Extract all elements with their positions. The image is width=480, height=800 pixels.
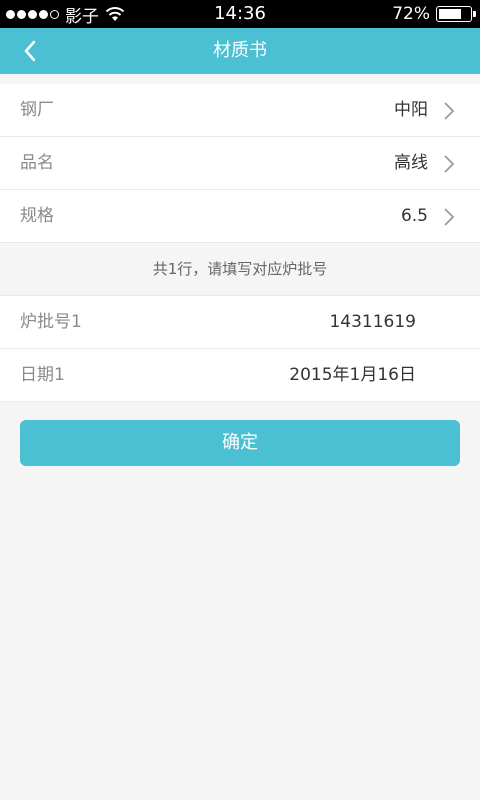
field-date[interactable]: 日期1 2015年1月16日 xyxy=(0,349,480,402)
row-value: 高线 xyxy=(394,153,428,173)
battery-icon xyxy=(436,6,476,22)
row-label: 钢厂 xyxy=(20,100,54,120)
row-specification[interactable]: 规格 6.5 xyxy=(0,190,480,243)
field-label: 日期1 xyxy=(20,365,65,385)
battery-percent: 72% xyxy=(392,4,430,24)
confirm-button[interactable]: 确定 xyxy=(20,420,460,466)
battery-fill xyxy=(439,9,461,19)
row-value: 6.5 xyxy=(400,206,428,226)
field-value[interactable]: 2015年1月16日 xyxy=(289,349,416,402)
navigation-bar: 材质书 xyxy=(0,28,480,74)
page-title: 材质书 xyxy=(213,40,267,61)
field-value[interactable]: 14311619 xyxy=(329,296,416,349)
chevron-right-icon xyxy=(444,102,455,120)
row-label: 规格 xyxy=(20,206,54,226)
field-label: 炉批号1 xyxy=(20,312,82,332)
row-product-name[interactable]: 品名 高线 xyxy=(0,137,480,190)
chevron-right-icon xyxy=(444,208,455,226)
chevron-right-icon xyxy=(444,155,455,173)
button-container: 确定 xyxy=(0,402,480,466)
battery-group: 72% xyxy=(392,0,476,28)
field-batch-number[interactable]: 炉批号1 14311619 xyxy=(0,296,480,349)
row-label: 品名 xyxy=(20,153,54,173)
status-bar: 影子 14:36 72% xyxy=(0,0,480,28)
row-value: 中阳 xyxy=(394,100,428,120)
hint-text: 共1行，请填写对应炉批号 xyxy=(0,243,480,296)
row-steel-mill[interactable]: 钢厂 中阳 xyxy=(0,84,480,137)
